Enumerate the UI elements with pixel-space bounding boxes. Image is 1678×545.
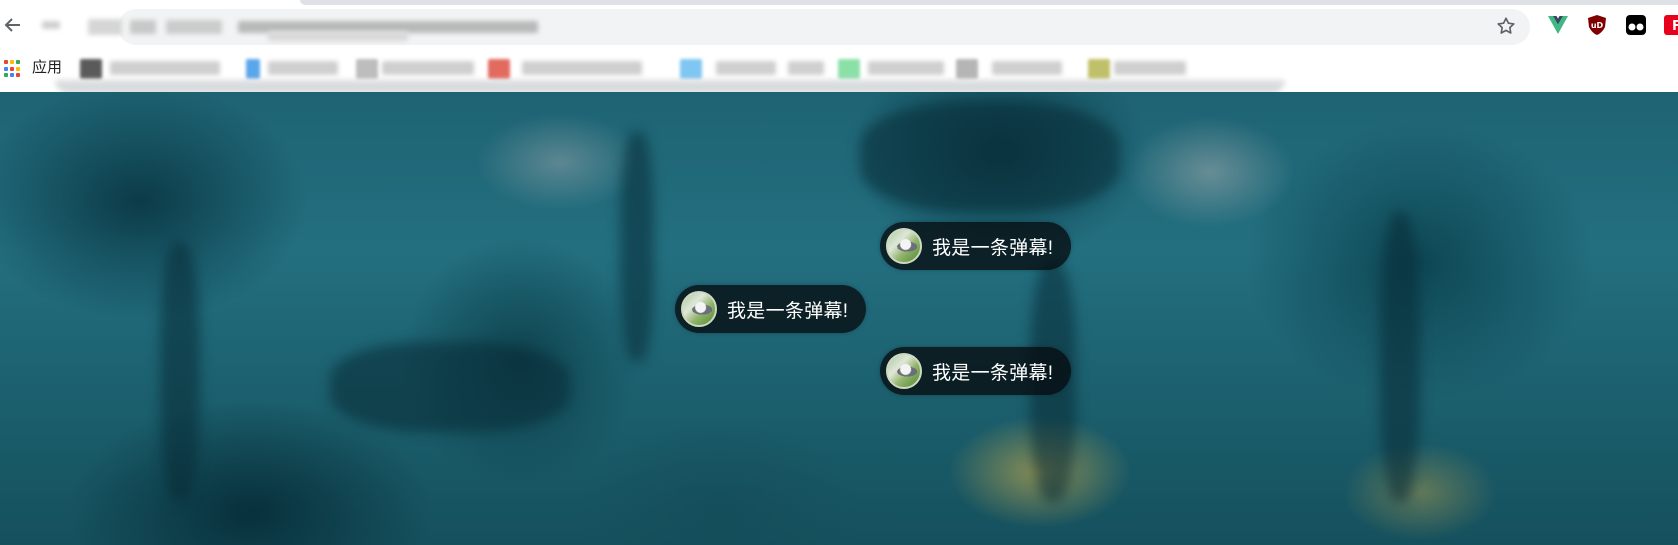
tampermonkey-icon[interactable] bbox=[1625, 14, 1647, 36]
bookmark-star-icon[interactable] bbox=[1494, 15, 1518, 39]
bookmark-item[interactable] bbox=[956, 58, 1066, 80]
danmaku-bubble: 我是一条弹幕! bbox=[880, 222, 1072, 270]
bookmark-item[interactable] bbox=[838, 58, 948, 80]
danmaku-text: 我是一条弹幕! bbox=[932, 362, 1054, 384]
danmaku-bubble: 我是一条弹幕! bbox=[880, 347, 1072, 395]
forward-button[interactable] bbox=[40, 12, 66, 38]
apps-label[interactable]: 应用 bbox=[32, 58, 62, 78]
ublock-origin-icon[interactable]: uD bbox=[1586, 14, 1608, 36]
bookmark-item[interactable] bbox=[80, 58, 230, 80]
bookmark-item[interactable] bbox=[1088, 58, 1198, 80]
arrow-left-icon bbox=[4, 18, 20, 32]
address-bar[interactable] bbox=[88, 9, 1530, 45]
avatar bbox=[681, 291, 717, 327]
avatar bbox=[886, 228, 922, 264]
back-button[interactable] bbox=[0, 12, 26, 38]
bookmark-item[interactable] bbox=[488, 58, 648, 80]
red-extension-icon[interactable]: F bbox=[1662, 14, 1678, 36]
browser-toolbar: uD F bbox=[0, 0, 1678, 50]
bookmark-item[interactable] bbox=[246, 58, 346, 80]
bookmark-item[interactable] bbox=[680, 58, 830, 80]
danmaku-text: 我是一条弹幕! bbox=[932, 237, 1054, 259]
danmaku-bubble: 我是一条弹幕! bbox=[675, 285, 867, 333]
danmaku-stage: 我是一条弹幕! 我是一条弹幕! 我是一条弹幕! bbox=[0, 92, 1678, 545]
danmaku-text: 我是一条弹幕! bbox=[727, 300, 849, 322]
tab-strip bbox=[300, 0, 1678, 5]
vue-devtools-icon[interactable] bbox=[1547, 14, 1569, 36]
avatar bbox=[886, 353, 922, 389]
apps-grid-icon[interactable] bbox=[4, 60, 22, 78]
svg-text:uD: uD bbox=[1591, 21, 1604, 30]
svg-text:F: F bbox=[1672, 19, 1678, 34]
bookmark-item[interactable] bbox=[356, 58, 478, 80]
